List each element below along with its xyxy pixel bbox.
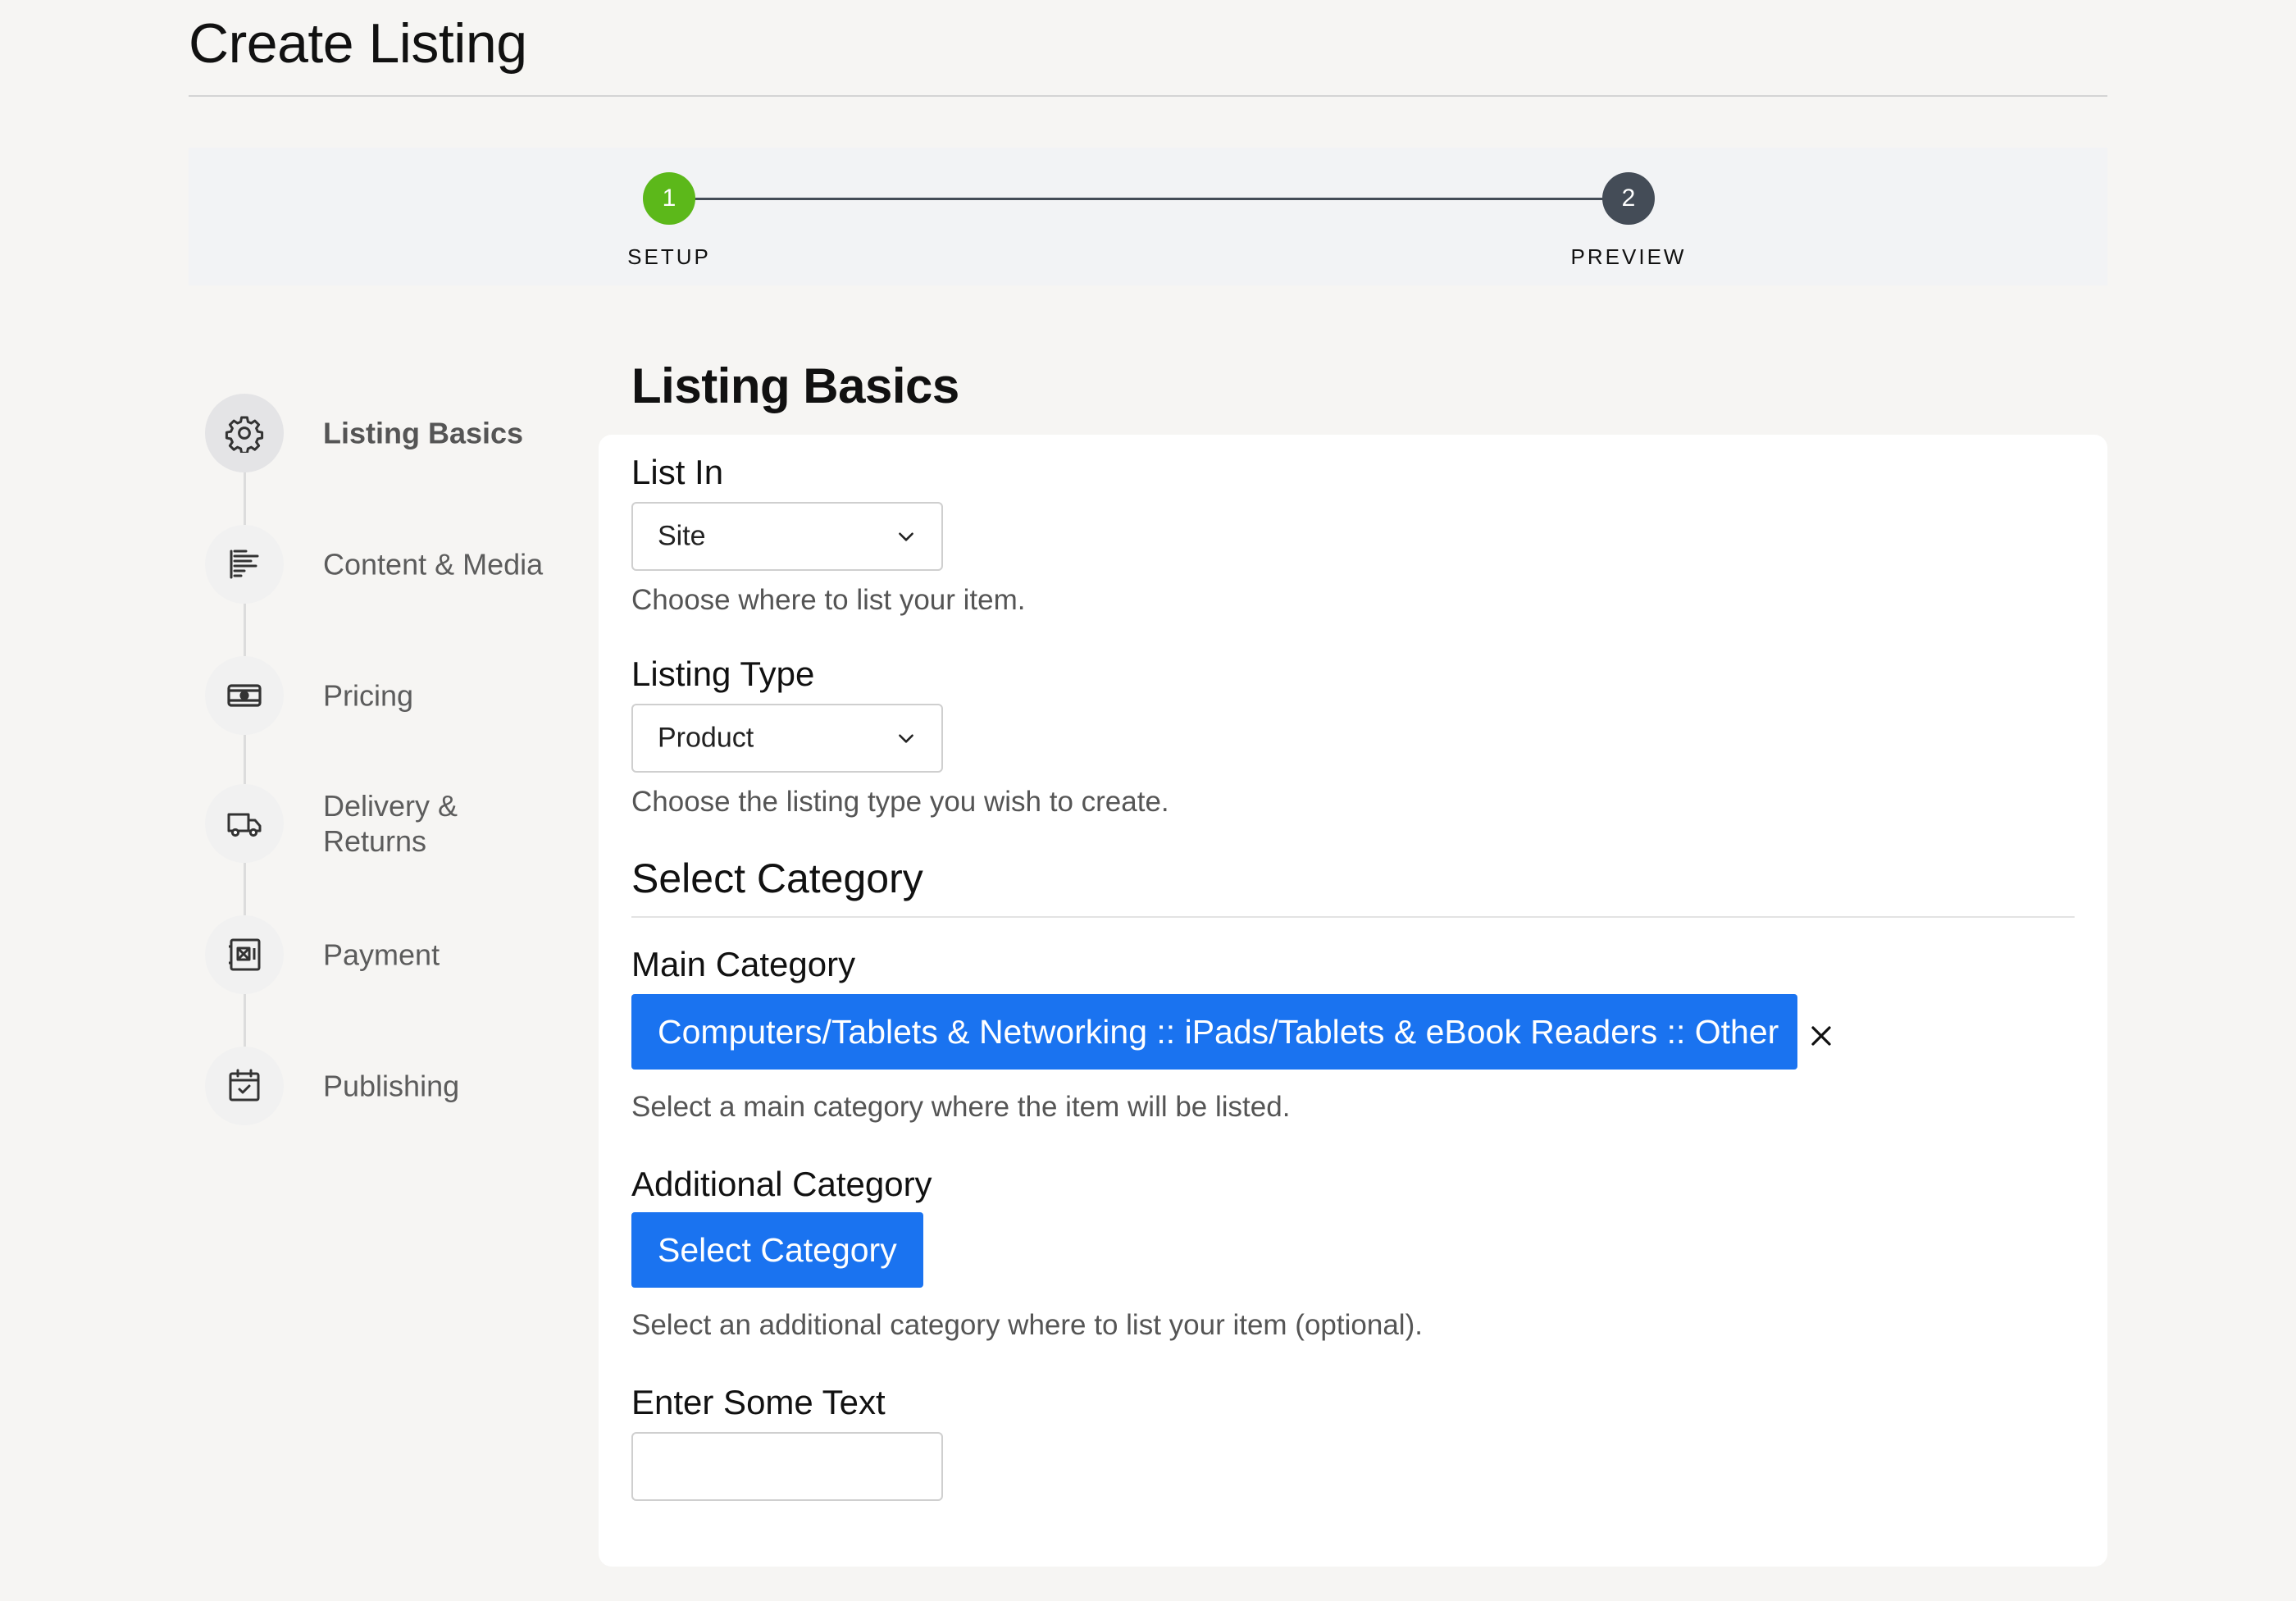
- listing-type-label: Listing Type: [631, 655, 815, 693]
- listing-type-select[interactable]: Product: [631, 704, 943, 773]
- main-category-help: Select a main category where the item wi…: [631, 1091, 1291, 1123]
- money-icon: [205, 656, 284, 735]
- step-1-indicator[interactable]: 1: [643, 172, 695, 225]
- sidebar-item-publishing[interactable]: Publishing: [205, 1047, 566, 1125]
- sidebar-connector: [244, 863, 246, 915]
- gear-icon: [205, 394, 284, 472]
- sidebar-label-line: Returns: [323, 824, 427, 858]
- enter-text-label: Enter Some Text: [631, 1383, 886, 1421]
- step-2-indicator[interactable]: 2: [1602, 172, 1655, 225]
- enter-text-input[interactable]: [631, 1432, 943, 1501]
- safe-icon: [205, 915, 284, 994]
- select-category-button[interactable]: Select Category: [631, 1212, 923, 1288]
- step-2-label: PREVIEW: [1570, 244, 1687, 269]
- truck-icon: [205, 784, 284, 863]
- sidebar-item-pricing[interactable]: Pricing: [205, 656, 566, 735]
- sidebar-item-label: Content & Media: [323, 547, 544, 582]
- sidebar-label-line: Delivery &: [323, 789, 458, 823]
- listing-type-value: Product: [658, 722, 754, 754]
- list-in-value: Site: [658, 520, 706, 552]
- sidebar-item-payment[interactable]: Payment: [205, 915, 566, 994]
- sidebar-item-label: Delivery & Returns: [323, 788, 458, 859]
- section-heading: Listing Basics: [631, 358, 959, 413]
- close-icon[interactable]: [1809, 1024, 1834, 1048]
- sidebar-connector: [244, 471, 246, 525]
- chevron-down-icon: [899, 532, 913, 541]
- main-category-button[interactable]: Computers/Tablets & Networking :: iPads/…: [631, 994, 1797, 1070]
- calendar-check-icon: [205, 1047, 284, 1125]
- sidebar-connector: [244, 994, 246, 1047]
- list-in-label: List In: [631, 453, 724, 491]
- stepper-line: [669, 198, 1629, 200]
- page-title: Create Listing: [189, 12, 527, 75]
- sidebar-item-listing-basics[interactable]: Listing Basics: [205, 394, 566, 472]
- list-in-select[interactable]: Site: [631, 502, 943, 571]
- select-category-divider: [631, 916, 2075, 918]
- sidebar-item-label: Listing Basics: [323, 416, 524, 450]
- sidebar-item-label: Pricing: [323, 678, 414, 713]
- select-category-title: Select Category: [631, 855, 923, 901]
- listing-type-help: Choose the listing type you wish to crea…: [631, 786, 1169, 818]
- text-lines-icon: [205, 525, 284, 604]
- chevron-down-icon: [899, 734, 913, 743]
- additional-category-help: Select an additional category where to l…: [631, 1309, 1423, 1341]
- main-category-label: Main Category: [631, 945, 856, 983]
- sidebar-item-delivery-returns[interactable]: Delivery & Returns: [205, 784, 566, 863]
- step-1-label: SETUP: [627, 244, 711, 269]
- sidebar-item-content-media[interactable]: Content & Media: [205, 525, 566, 604]
- create-listing-page: Create Listing 1 2 SETUP PREVIEW Listing…: [0, 0, 2296, 1601]
- sidebar-connector: [244, 604, 246, 656]
- list-in-help: Choose where to list your item.: [631, 584, 1026, 616]
- sidebar-item-label: Payment: [323, 937, 440, 972]
- progress-stepper: 1 2 SETUP PREVIEW: [189, 148, 2107, 285]
- sidebar-item-label: Publishing: [323, 1069, 460, 1103]
- title-divider: [189, 95, 2107, 97]
- additional-category-label: Additional Category: [631, 1165, 932, 1203]
- sidebar-connector: [244, 735, 246, 784]
